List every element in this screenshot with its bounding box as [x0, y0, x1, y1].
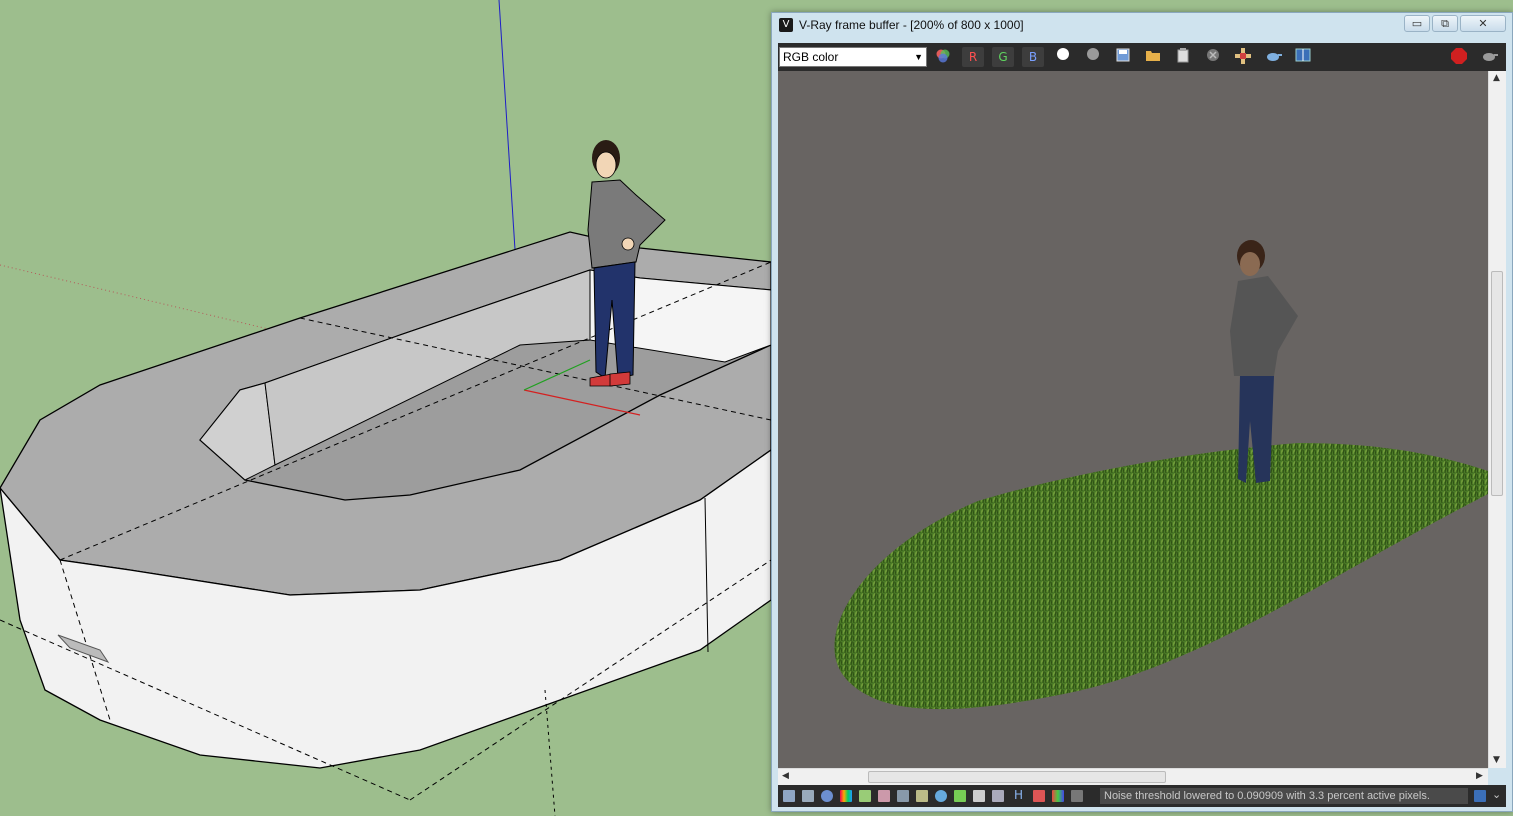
render-region-icon[interactable]: [802, 790, 814, 802]
scroll-right-icon[interactable]: ▶: [1476, 771, 1483, 781]
curves-icon[interactable]: [878, 790, 890, 802]
alpha-white-icon[interactable]: [1052, 47, 1074, 67]
stereo-icon[interactable]: [1052, 790, 1064, 802]
monochrome-icon[interactable]: [1082, 47, 1104, 67]
info-icon[interactable]: [821, 790, 833, 802]
vray-frame-buffer-window[interactable]: V V-Ray frame buffer - [200% of 800 x 10…: [771, 12, 1513, 812]
clipboard-icon[interactable]: [1172, 47, 1194, 67]
scroll-down-icon[interactable]: ▼: [1493, 755, 1500, 765]
minimize-button[interactable]: ▭: [1404, 15, 1430, 32]
vfb-toolbar: RGB color ▼ R G B: [778, 43, 1506, 71]
channel-select-value: RGB color: [783, 50, 839, 64]
scroll-up-icon[interactable]: ▲: [1493, 73, 1500, 83]
render-teapot-icon[interactable]: [1478, 47, 1500, 67]
status-message: Noise threshold lowered to 0.090909 with…: [1100, 788, 1468, 804]
track-mouse-icon[interactable]: [1232, 47, 1254, 67]
vertical-scroll-thumb[interactable]: [1491, 271, 1503, 496]
horizontal-scroll-thumb[interactable]: [868, 771, 1166, 783]
histogram-icon[interactable]: [897, 790, 909, 802]
lens-effects-icon[interactable]: [935, 790, 947, 802]
vfb-titlebar[interactable]: V V-Ray frame buffer - [200% of 800 x 10…: [772, 13, 1512, 39]
teapot-render-icon[interactable]: [1262, 47, 1284, 67]
pixel-aspect-icon[interactable]: [1033, 790, 1045, 802]
lut-icon[interactable]: [973, 790, 985, 802]
clear-image-icon[interactable]: [1202, 47, 1224, 67]
color-correction-icon[interactable]: [840, 790, 852, 802]
render-image-area[interactable]: [778, 71, 1488, 768]
close-button[interactable]: ✕: [1460, 15, 1506, 32]
chevron-down-icon: ▼: [914, 52, 923, 62]
panel-toggle-icon[interactable]: [1474, 790, 1486, 802]
restore-icon: ⧉: [1441, 17, 1449, 30]
channel-select[interactable]: RGB color ▼: [779, 47, 927, 67]
save-image-icon[interactable]: [1112, 47, 1134, 67]
history-icon[interactable]: [783, 790, 795, 802]
close-icon: ✕: [1478, 17, 1488, 30]
vertical-scrollbar[interactable]: ▲ ▼: [1488, 71, 1506, 768]
ocio-icon[interactable]: [992, 790, 1004, 802]
snapshot-icon[interactable]: [1071, 790, 1083, 802]
vfb-title: V-Ray frame buffer - [200% of 800 x 1000…: [799, 18, 1024, 32]
levels-icon[interactable]: [859, 790, 871, 802]
restore-button[interactable]: ⧉: [1432, 15, 1458, 32]
exposure-icon[interactable]: [916, 790, 928, 802]
color-channels-icon[interactable]: [932, 47, 954, 67]
stop-render-icon[interactable]: [1448, 47, 1470, 67]
horizontal-scrollbar[interactable]: ◀ ▶: [778, 768, 1488, 785]
expand-chevron-icon[interactable]: ⌄: [1492, 788, 1501, 801]
minimize-icon: ▭: [1411, 17, 1423, 30]
scroll-left-icon[interactable]: ◀: [782, 771, 789, 781]
compare-ab-icon[interactable]: [1292, 47, 1314, 67]
open-folder-icon[interactable]: [1142, 47, 1164, 67]
green-channel-button[interactable]: G: [992, 47, 1014, 67]
rendered-image: [834, 240, 1488, 710]
red-channel-button[interactable]: R: [962, 47, 984, 67]
vfb-statusbar: H Noise threshold lowered to 0.090909 wi…: [778, 785, 1506, 807]
vray-logo-icon: V: [779, 18, 793, 32]
srgb-icon[interactable]: [954, 790, 966, 802]
blue-channel-button[interactable]: B: [1022, 47, 1044, 67]
h-toggle[interactable]: H: [1014, 788, 1023, 802]
grass-patch: [834, 443, 1488, 710]
